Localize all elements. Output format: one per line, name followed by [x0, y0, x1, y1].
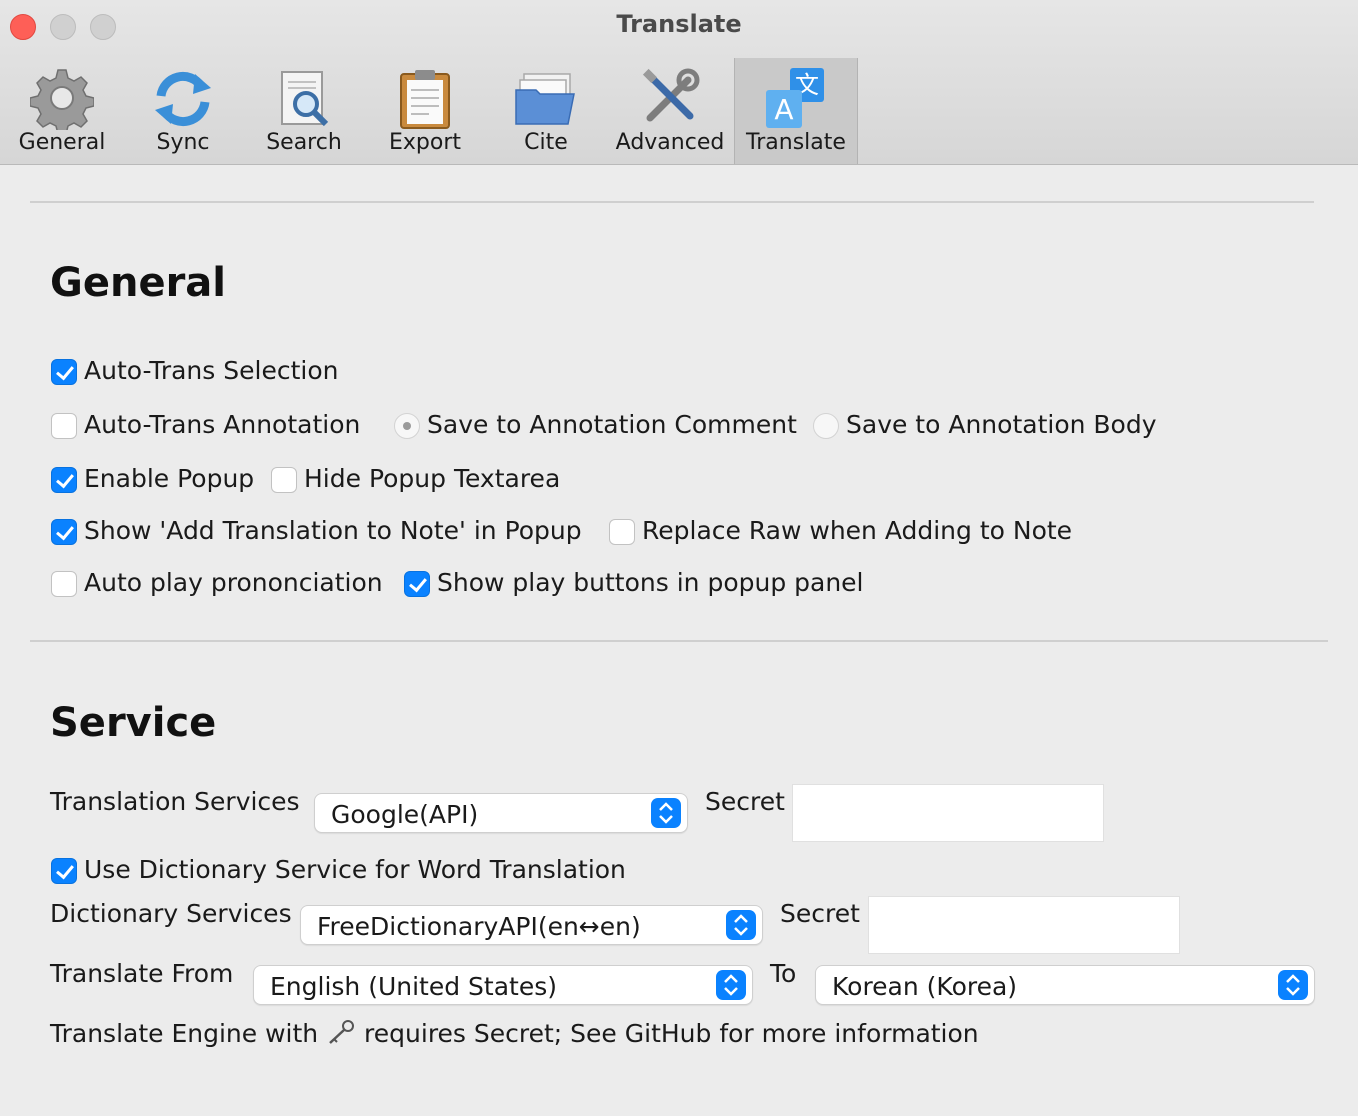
translate-icon: 文 A — [766, 68, 824, 128]
tab-search[interactable]: Search — [244, 58, 364, 164]
save-to-body-label: Save to Annotation Body — [846, 410, 1157, 439]
translate-from-select[interactable]: English (United States) — [253, 965, 753, 1005]
gear-icon — [30, 69, 94, 130]
sync-icon — [155, 72, 211, 126]
replace-raw-checkbox[interactable] — [609, 519, 635, 545]
section-heading-service: Service — [50, 700, 217, 746]
save-to-body-radio[interactable] — [813, 413, 839, 439]
show-play-buttons-checkbox[interactable] — [404, 571, 430, 597]
auto-trans-selection-label: Auto-Trans Selection — [84, 356, 339, 385]
toolbar: Translate General Sync Search Export Cit… — [0, 0, 1358, 165]
tab-translate[interactable]: 文 A Translate — [734, 58, 858, 164]
replace-raw-label: Replace Raw when Adding to Note — [642, 516, 1073, 545]
section-heading-general: General — [50, 260, 226, 306]
search-icon — [281, 71, 329, 127]
show-add-translation-checkbox[interactable] — [51, 519, 77, 545]
tab-general[interactable]: General — [2, 58, 122, 164]
chevron-updown-icon — [716, 970, 746, 1000]
to-label: To — [770, 959, 797, 988]
save-to-comment-radio[interactable] — [394, 413, 420, 439]
dict-secret-input[interactable] — [868, 896, 1180, 954]
hide-popup-textarea-checkbox[interactable] — [271, 467, 297, 493]
chevron-updown-icon — [651, 798, 681, 828]
folder-icon — [515, 73, 575, 125]
tab-sync-label: Sync — [156, 130, 210, 155]
enable-popup-checkbox[interactable] — [51, 467, 77, 493]
footnote-after: requires Secret; See GitHub for more inf… — [364, 1019, 979, 1048]
translate-to-select[interactable]: Korean (Korea) — [815, 965, 1315, 1005]
dictionary-services-label: Dictionary Services — [50, 899, 292, 928]
enable-popup-label: Enable Popup — [84, 464, 255, 493]
secret-label: Secret — [705, 787, 785, 816]
hide-popup-textarea-label: Hide Popup Textarea — [304, 464, 561, 493]
dictionary-service-select[interactable]: FreeDictionaryAPI(en↔en) — [300, 905, 763, 945]
dict-secret-label: Secret — [780, 899, 860, 928]
tab-translate-label: Translate — [746, 130, 846, 155]
auto-play-checkbox[interactable] — [51, 571, 77, 597]
window-title: Translate — [616, 10, 742, 38]
auto-play-label: Auto play prononciation — [84, 568, 383, 597]
translate-to-value: Korean (Korea) — [832, 972, 1018, 1001]
tab-cite[interactable]: Cite — [486, 58, 606, 164]
svg-text:A: A — [774, 93, 793, 126]
auto-trans-annotation-checkbox[interactable] — [51, 413, 77, 439]
tab-general-label: General — [18, 130, 106, 155]
tab-cite-label: Cite — [524, 130, 568, 155]
tab-sync[interactable]: Sync — [123, 58, 243, 164]
translation-services-label: Translation Services — [50, 787, 300, 816]
chevron-updown-icon — [1278, 970, 1308, 1000]
save-to-comment-label: Save to Annotation Comment — [427, 410, 797, 439]
divider — [30, 201, 1314, 203]
translation-service-select[interactable]: Google(API) — [314, 793, 688, 833]
tab-search-label: Search — [266, 130, 342, 155]
tab-export[interactable]: Export — [365, 58, 485, 164]
auto-trans-annotation-label: Auto-Trans Annotation — [84, 410, 361, 439]
footnote: Translate Engine with requires Secret; S… — [50, 1019, 979, 1048]
auto-trans-selection-checkbox[interactable] — [51, 359, 77, 385]
footnote-before: Translate Engine with — [50, 1019, 319, 1048]
translate-from-label: Translate From — [50, 959, 234, 988]
secret-input[interactable] — [792, 784, 1104, 842]
divider — [30, 640, 1328, 642]
translate-from-value: English (United States) — [270, 972, 558, 1001]
translation-service-value: Google(API) — [331, 800, 479, 829]
key-icon — [329, 1020, 355, 1044]
use-dictionary-checkbox[interactable] — [51, 858, 77, 884]
tools-icon — [642, 68, 700, 122]
use-dictionary-label: Use Dictionary Service for Word Translat… — [84, 855, 626, 884]
dictionary-service-value: FreeDictionaryAPI(en↔en) — [317, 912, 641, 941]
tab-advanced[interactable]: Advanced — [607, 58, 733, 164]
clipboard-icon — [400, 70, 450, 129]
show-play-buttons-label: Show play buttons in popup panel — [437, 568, 864, 597]
tab-advanced-label: Advanced — [615, 130, 725, 155]
chevron-updown-icon — [726, 910, 756, 940]
tab-export-label: Export — [388, 130, 461, 155]
show-add-translation-label: Show 'Add Translation to Note' in Popup — [84, 516, 582, 545]
